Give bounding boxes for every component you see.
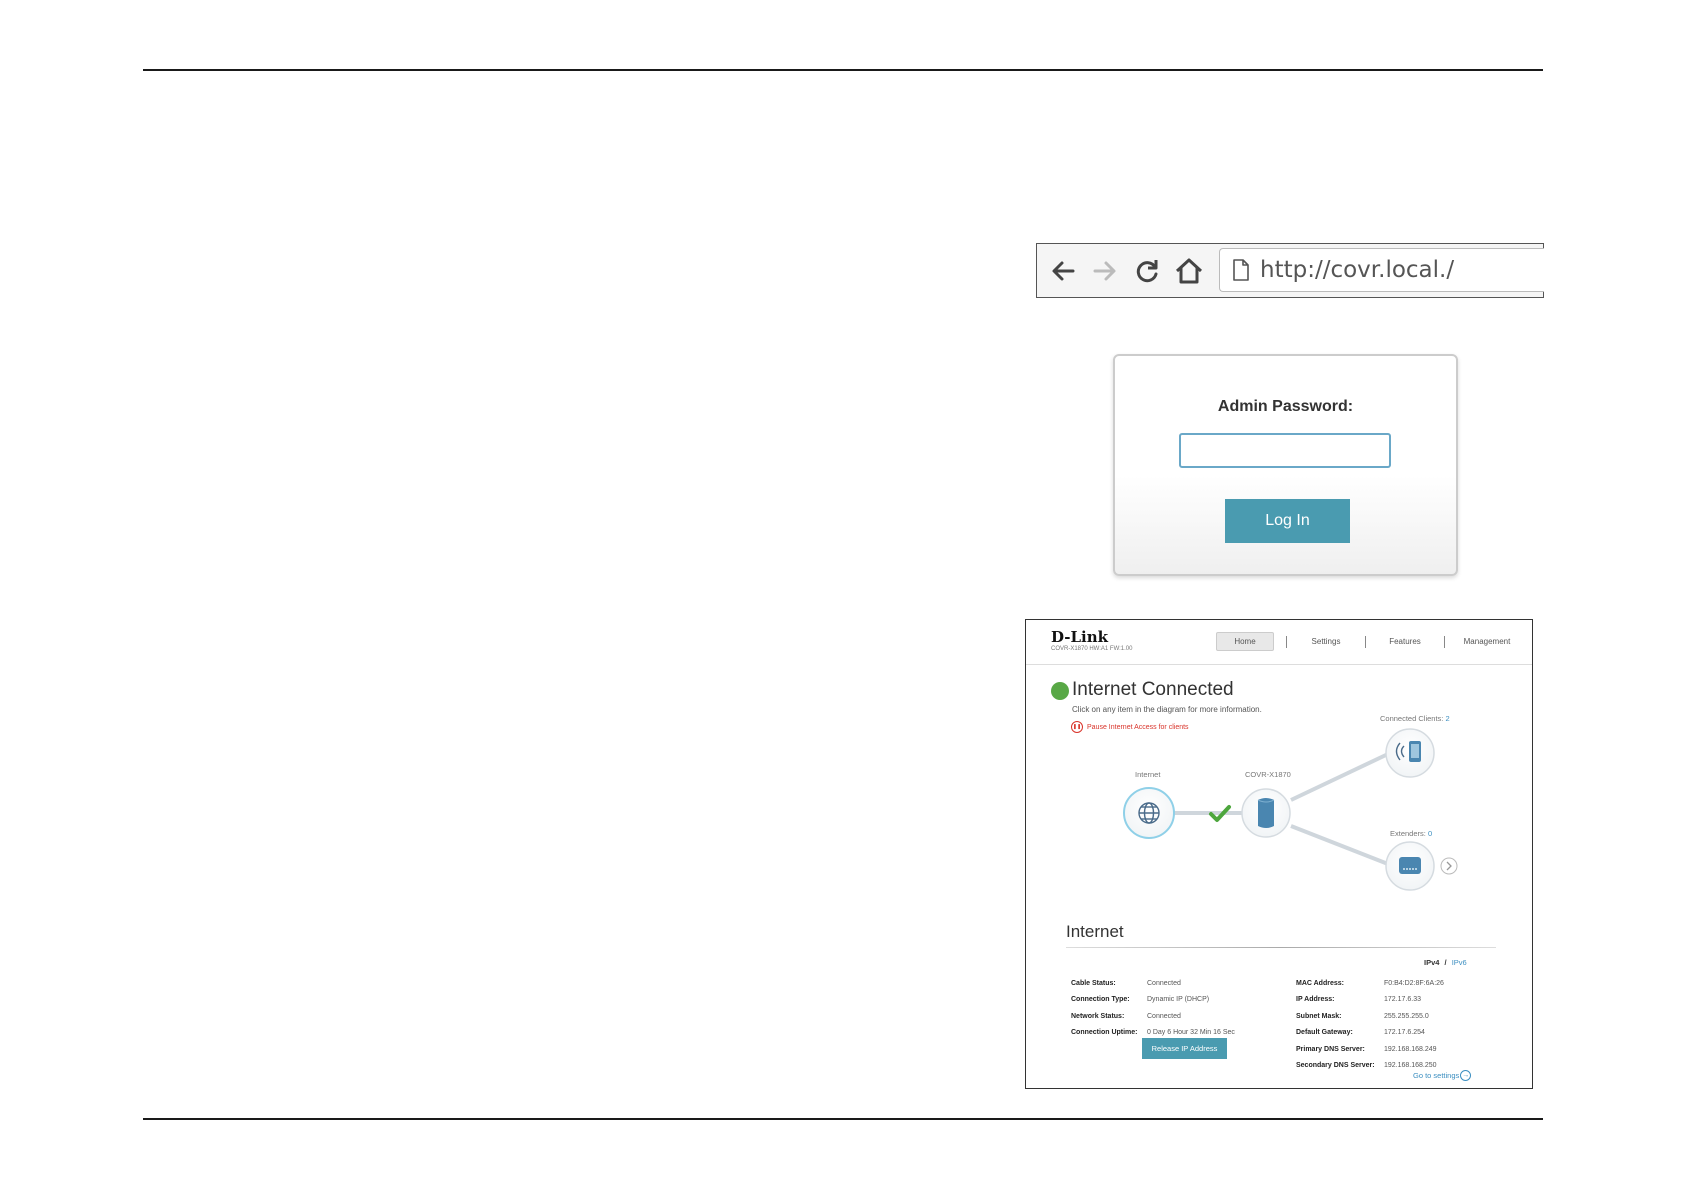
back-arrow-icon[interactable]	[1047, 255, 1079, 287]
router-node-label: COVR-X1870	[1245, 770, 1291, 779]
section-divider	[1066, 947, 1496, 948]
info-row: MAC Address: F0:B4:D2:8F:6A:26	[1296, 975, 1444, 992]
home-icon[interactable]	[1173, 255, 1205, 287]
info-key: Connection Uptime:	[1071, 1029, 1138, 1037]
router-icon	[1257, 798, 1275, 828]
admin-password-input[interactable]	[1179, 433, 1391, 468]
reload-icon[interactable]	[1131, 255, 1163, 287]
connected-clients-count[interactable]: 2	[1445, 714, 1449, 723]
info-row: Default Gateway: 172.17.6.254	[1296, 1025, 1444, 1042]
info-value: 172.17.6.33	[1384, 996, 1421, 1004]
router-dashboard: D-Link COVR-X1870 HW:A1 FW:1.00 Home Set…	[1025, 619, 1533, 1089]
connected-clients-text: Connected Clients:	[1380, 714, 1444, 723]
page-icon	[1233, 259, 1249, 281]
info-key: Secondary DNS Server:	[1296, 1062, 1375, 1070]
info-key: Primary DNS Server:	[1296, 1045, 1365, 1053]
forward-arrow-icon[interactable]	[1089, 255, 1121, 287]
info-row: Network Status: Connected	[1071, 1008, 1235, 1025]
info-value: 192.168.168.249	[1384, 1045, 1437, 1053]
internet-node[interactable]	[1123, 787, 1175, 839]
info-row: Cable Status: Connected	[1071, 975, 1235, 992]
bottom-rule	[143, 1118, 1543, 1120]
ipv6-tab[interactable]: IPv6	[1452, 958, 1467, 967]
info-value: 0 Day 6 Hour 32 Min 16 Sec	[1147, 1029, 1235, 1037]
extenders-node[interactable]	[1385, 841, 1435, 891]
internet-info-right: MAC Address: F0:B4:D2:8F:6A:26 IP Address…	[1296, 975, 1444, 1074]
clients-link	[1290, 752, 1389, 802]
extenders-text: Extenders:	[1390, 829, 1426, 838]
info-row: Primary DNS Server: 192.168.168.249	[1296, 1041, 1444, 1058]
info-key: MAC Address:	[1296, 979, 1344, 987]
info-row: IP Address: 172.17.6.33	[1296, 992, 1444, 1009]
go-to-settings-label: Go to settings	[1413, 1071, 1460, 1080]
router-node[interactable]	[1241, 788, 1291, 838]
info-value: 255.255.255.0	[1384, 1012, 1429, 1020]
info-key: Network Status:	[1071, 1012, 1125, 1020]
ip-version-toggle: IPv4 / IPv6	[1424, 958, 1467, 967]
connected-clients-label: Connected Clients: 2	[1380, 714, 1450, 723]
extenders-count[interactable]: 0	[1428, 829, 1432, 838]
extenders-link	[1290, 824, 1389, 866]
extender-icon	[1399, 857, 1421, 874]
next-arrow-icon[interactable]	[1440, 857, 1458, 875]
info-key: Connection Type:	[1071, 996, 1130, 1004]
browser-toolbar: http://covr.local./	[1036, 243, 1544, 298]
ipv4-tab[interactable]: IPv4	[1424, 958, 1439, 967]
internet-node-label: Internet	[1135, 770, 1161, 779]
internet-section-title: Internet	[1066, 922, 1124, 941]
log-in-button[interactable]: Log In	[1225, 499, 1350, 543]
info-key: Default Gateway:	[1296, 1029, 1353, 1037]
internet-info-left: Cable Status: Connected Connection Type: D…	[1071, 975, 1235, 1041]
info-value: Connected	[1147, 1012, 1181, 1020]
info-row: Connection Type: Dynamic IP (DHCP)	[1071, 992, 1235, 1009]
address-bar[interactable]: http://covr.local./	[1219, 248, 1544, 292]
url-text: http://covr.local./	[1260, 257, 1455, 283]
release-ip-button[interactable]: Release IP Address	[1142, 1038, 1227, 1059]
info-value: Dynamic IP (DHCP)	[1147, 996, 1210, 1004]
info-value: Connected	[1147, 979, 1181, 987]
login-card: Admin Password: Log In	[1113, 354, 1458, 576]
info-value: 172.17.6.254	[1384, 1029, 1425, 1037]
info-row: Subnet Mask: 255.255.255.0	[1296, 1008, 1444, 1025]
info-value: 192.168.168.250	[1384, 1062, 1437, 1070]
info-key: Cable Status:	[1071, 979, 1116, 987]
info-key: Subnet Mask:	[1296, 1012, 1342, 1020]
arrow-right-circle-icon: →	[1460, 1070, 1472, 1081]
info-key: IP Address:	[1296, 996, 1335, 1004]
extenders-label: Extenders: 0	[1390, 829, 1432, 838]
info-value: F0:B4:D2:8F:6A:26	[1384, 979, 1444, 987]
go-to-settings-link[interactable]: Go to settings →	[1413, 1070, 1472, 1081]
ip-toggle-separator: /	[1444, 958, 1447, 967]
clients-node[interactable]	[1385, 728, 1435, 778]
top-rule	[143, 69, 1543, 71]
admin-password-label: Admin Password:	[1217, 398, 1354, 415]
